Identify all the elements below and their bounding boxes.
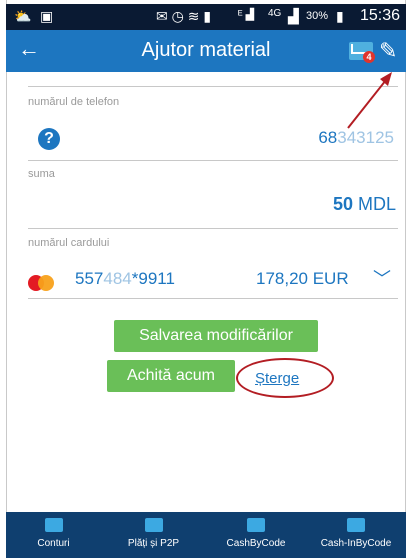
amount-label: suma	[28, 168, 55, 180]
amount-value[interactable]: 50 MDL	[333, 194, 396, 215]
card-label: numărul cardului	[28, 237, 110, 249]
wallet-icon	[144, 518, 163, 532]
cash-in-icon	[347, 518, 365, 532]
nav-item-accounts[interactable]: Conturi	[6, 512, 101, 558]
cash-icon	[247, 518, 265, 532]
phone-blurred: 343125	[337, 128, 394, 147]
network-type: 4G	[268, 8, 282, 19]
divider-phone	[28, 160, 398, 161]
mail-icon[interactable]: 4	[349, 42, 375, 63]
app-bar: ← Ajutor material 4 ✎	[6, 30, 406, 72]
chevron-down-icon[interactable]: ﹀	[373, 265, 391, 291]
card-prefix: 557	[75, 269, 104, 288]
phone-prefix: 68	[318, 128, 338, 147]
notification-icons: ✉ ◷ ≋ ▮	[156, 8, 212, 24]
pay-now-button[interactable]: Achită acum	[107, 360, 235, 392]
nav-label: CashByCode	[226, 538, 286, 549]
clock: 15:36	[359, 7, 400, 24]
status-bar: ⛅ ▣ ✉ ◷ ≋ ▮ ᴱ ▟ 4G ▟ 30% ▮ 15:36	[6, 4, 406, 30]
mail-badge: 4	[363, 51, 375, 63]
battery-percent: 30%	[306, 10, 329, 22]
weather-icon: ⛅	[14, 8, 32, 24]
divider-card	[28, 298, 398, 299]
edit-pen-icon[interactable]: ✎	[379, 38, 397, 64]
card-suffix: *9911	[131, 269, 175, 288]
nav-label: Cash-InByCode	[320, 538, 392, 549]
divider-top	[28, 86, 398, 87]
help-icon[interactable]: ?	[38, 128, 60, 150]
nav-item-payments[interactable]: Plăți și P2P	[101, 512, 206, 558]
amount-currency: MDL	[357, 194, 396, 214]
battery-icon: ▮	[336, 8, 344, 24]
nav-label: Conturi	[37, 538, 70, 549]
phone-label: numărul de telefon	[28, 96, 120, 108]
bottom-nav: Conturi Plăți și P2P CashByCode Cash-InB…	[6, 512, 406, 558]
screen-icon: ▣	[40, 8, 54, 24]
nav-label: Plăți și P2P	[127, 538, 180, 549]
mastercard-icon	[28, 275, 58, 291]
amount-number: 50	[332, 194, 353, 214]
signal-icon: ᴱ ▟	[238, 9, 255, 21]
delete-link[interactable]: Șterge	[255, 370, 299, 387]
signal-bars-icon: ▟	[288, 8, 299, 24]
card-blurred: 484	[103, 269, 132, 288]
divider-amount	[28, 228, 398, 229]
phone-value: 68343125	[318, 128, 394, 148]
home-icon	[44, 518, 63, 532]
mastercard-yellow	[38, 275, 54, 291]
card-number[interactable]: 557484*9911	[75, 269, 175, 289]
save-changes-button[interactable]: Salvarea modificărilor	[114, 320, 318, 352]
nav-item-cash-in[interactable]: Cash-InByCode	[306, 512, 406, 558]
nav-item-cashbycode[interactable]: CashByCode	[206, 512, 306, 558]
card-balance[interactable]: 178,20 EUR	[256, 269, 349, 289]
page-title: Ajutor material	[141, 39, 271, 61]
